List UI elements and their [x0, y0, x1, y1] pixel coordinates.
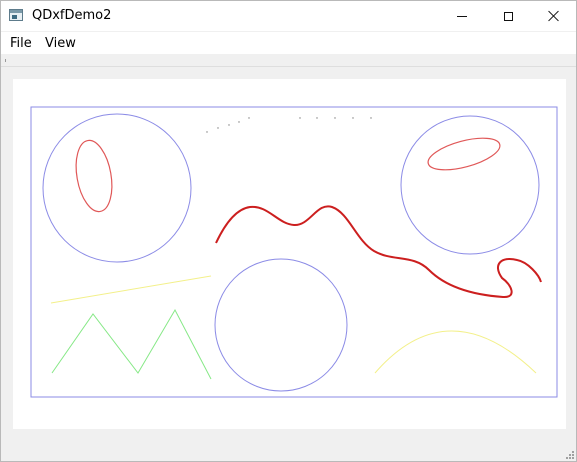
- dxf-canvas[interactable]: [13, 79, 566, 429]
- resize-grip[interactable]: [564, 449, 574, 459]
- yellow-line: [50, 275, 212, 304]
- dxf-drawing-svg: [30, 106, 558, 398]
- window-title: QDxfDemo2: [32, 8, 112, 23]
- toolbar-area: [1, 54, 576, 67]
- app-window: QDxfDemo2 File View: [0, 0, 577, 462]
- maximize-button[interactable]: [485, 1, 531, 31]
- dotted-line-left: [206, 117, 250, 133]
- close-icon: [548, 10, 560, 22]
- toolbar-grip[interactable]: [5, 59, 6, 62]
- circle-top-right: [400, 115, 540, 255]
- red-ellipse-left: [75, 139, 113, 213]
- application-window-icon: [9, 9, 23, 21]
- yellow-arc: [374, 330, 537, 374]
- circle-bottom-center: [214, 258, 348, 392]
- red-ellipse-right: [427, 137, 501, 171]
- minimize-icon: [457, 15, 467, 17]
- circle-top-left: [42, 113, 192, 263]
- title-bar[interactable]: QDxfDemo2: [1, 1, 576, 31]
- red-spline: [215, 205, 542, 299]
- maximize-icon: [503, 11, 513, 21]
- drawing-border-rectangle: [30, 106, 558, 398]
- menu-file[interactable]: File: [10, 36, 32, 51]
- green-zigzag-polyline: [51, 308, 212, 380]
- menu-bar: File View: [1, 32, 576, 54]
- menu-view[interactable]: View: [45, 36, 76, 51]
- dotted-line-right: [299, 117, 372, 119]
- close-button[interactable]: [531, 1, 576, 31]
- minimize-button[interactable]: [439, 1, 485, 31]
